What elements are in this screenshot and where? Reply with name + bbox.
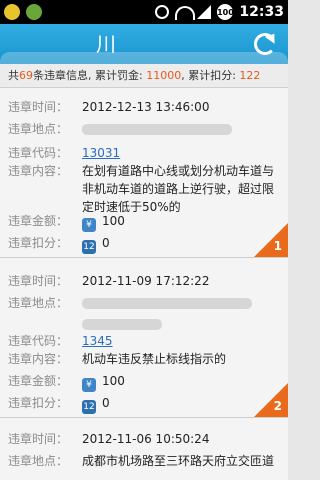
label-content: 违章内容： — [8, 164, 69, 178]
battery-level: 100 — [217, 7, 234, 17]
violation-amount: ¥100 — [82, 372, 280, 392]
violation-code-link[interactable]: 1345 — [82, 332, 280, 350]
summary-bar: 共69条违章信息, 累计罚金: 11000, 累计扣分: 122 — [0, 64, 288, 88]
record-row-time: 违章时间： 2012-11-06 10:50:24 — [0, 430, 288, 448]
violation-time: 2012-11-06 10:50:24 — [82, 432, 210, 446]
notification-icons — [4, 4, 42, 20]
record-row-code: 违章代码： 1345 — [0, 332, 288, 350]
wifi-icon — [175, 6, 196, 20]
points-total: 122 — [239, 69, 261, 82]
violation-content: 在划有道路中心线或划分机动车道与非机动车道的道路上逆行驶，超过限定时速低于50%… — [82, 164, 275, 214]
refresh-icon[interactable] — [254, 33, 276, 55]
alarm-icon — [155, 5, 170, 19]
points-value: 0 — [102, 396, 110, 410]
app-notification-icon — [26, 4, 42, 20]
violation-place-blurred — [82, 294, 280, 330]
label-time: 违章时间： — [8, 100, 69, 114]
label-amount: 违章金额： — [8, 214, 69, 228]
amount-value: 100 — [102, 214, 125, 228]
plate-prefix: 川 — [96, 32, 116, 56]
points-icon: 12 — [82, 400, 96, 414]
violation-points: 12 0 — [82, 394, 280, 414]
record-index-badge: 2 — [254, 383, 288, 417]
violation-record[interactable]: 违章时间： 2012-11-06 10:50:24 违章地点： 成都市机场路至三… — [0, 418, 288, 480]
page-title: 川 — [96, 32, 192, 76]
label-time: 违章时间： — [8, 432, 69, 446]
label-points: 违章扣分： — [8, 236, 69, 250]
fine-total: 11000 — [146, 69, 182, 82]
signal-icon — [197, 5, 212, 19]
summary-prefix: 共 — [8, 69, 19, 82]
summary-text: 条违章信息, 累计罚金: — [33, 69, 147, 82]
violation-amount: ¥100 — [82, 212, 280, 232]
record-index: 2 — [273, 399, 282, 413]
violation-record[interactable]: 违章时间： 2012-11-09 17:12:22 违章地点： 违章代码： 13… — [0, 258, 288, 418]
status-bar: 100 12:33 — [0, 0, 288, 24]
clock: 12:33 — [239, 4, 284, 20]
record-row-code: 违章代码： 13031 — [0, 144, 288, 162]
record-row-place: 违章地点： — [0, 294, 288, 332]
points-value: 0 — [102, 236, 110, 250]
violation-count: 69 — [19, 69, 33, 82]
label-place: 违章地点： — [8, 122, 69, 136]
record-row-time: 违章时间： 2012-11-09 17:12:22 — [0, 272, 288, 290]
record-row-amount: 违章金额： ¥100 — [0, 372, 288, 392]
label-code: 违章代码： — [8, 334, 69, 348]
record-row-points: 违章扣分： 12 0 — [0, 394, 288, 414]
violation-place-blurred — [82, 120, 280, 138]
label-amount: 违章金额： — [8, 374, 69, 388]
label-place: 违章地点： — [8, 454, 69, 468]
summary-text: , 累计扣分: — [181, 69, 240, 82]
record-row-amount: 违章金额： ¥100 — [0, 212, 288, 232]
system-tray: 100 12:33 — [155, 3, 284, 21]
violation-points: 12 0 — [82, 234, 280, 254]
label-place: 违章地点： — [8, 296, 69, 310]
record-index-badge: 1 — [254, 223, 288, 257]
record-row-place: 违章地点： — [0, 120, 288, 138]
yen-icon: ¥ — [82, 378, 96, 392]
yen-icon: ¥ — [82, 218, 96, 232]
violation-record[interactable]: 违章时间： 2012-12-13 13:46:00 违章地点： 违章代码： 13… — [0, 88, 288, 258]
violation-time: 2012-12-13 13:46:00 — [82, 100, 210, 114]
violation-time: 2012-11-09 17:12:22 — [82, 274, 210, 288]
label-points: 违章扣分： — [8, 396, 69, 410]
record-row-place: 违章地点： 成都市机场路至三环路天府立交匝道 — [0, 452, 288, 480]
record-row-time: 违章时间： 2012-12-13 13:46:00 — [0, 98, 288, 116]
title-bar: 川 — [0, 24, 288, 76]
label-content: 违章内容： — [8, 352, 69, 366]
record-row-content: 违章内容： 在划有道路中心线或划分机动车道与非机动车道的道路上逆行驶，超过限定时… — [0, 162, 288, 216]
points-icon: 12 — [82, 240, 96, 254]
label-time: 违章时间： — [8, 274, 69, 288]
label-code: 违章代码： — [8, 146, 69, 160]
record-row-content: 违章内容： 机动车违反禁止标线指示的 — [0, 350, 288, 368]
app-notification-icon — [4, 4, 20, 20]
record-index: 1 — [273, 239, 282, 253]
record-row-points: 违章扣分： 12 0 — [0, 234, 288, 254]
battery-icon: 100 — [217, 4, 234, 20]
amount-value: 100 — [102, 374, 125, 388]
violation-content: 机动车违反禁止标线指示的 — [82, 352, 227, 366]
violation-code-link[interactable]: 13031 — [82, 144, 280, 162]
violation-place: 成都市机场路至三环路天府立交匝道 — [82, 454, 275, 468]
